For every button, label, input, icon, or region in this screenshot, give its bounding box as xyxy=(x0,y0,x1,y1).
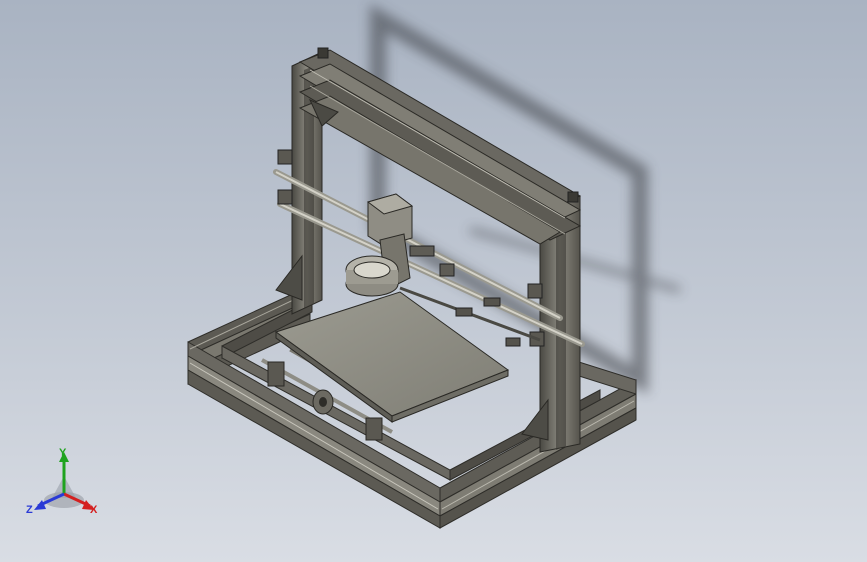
x-axis-label: X xyxy=(90,504,98,516)
z-axis-label: Z xyxy=(26,504,33,516)
axis-triad: Y Z X xyxy=(24,448,104,522)
y-axis-label: Y xyxy=(59,447,67,459)
cnc-model-view[interactable] xyxy=(0,0,867,562)
graphics-viewport[interactable]: Y Z X xyxy=(0,0,867,562)
